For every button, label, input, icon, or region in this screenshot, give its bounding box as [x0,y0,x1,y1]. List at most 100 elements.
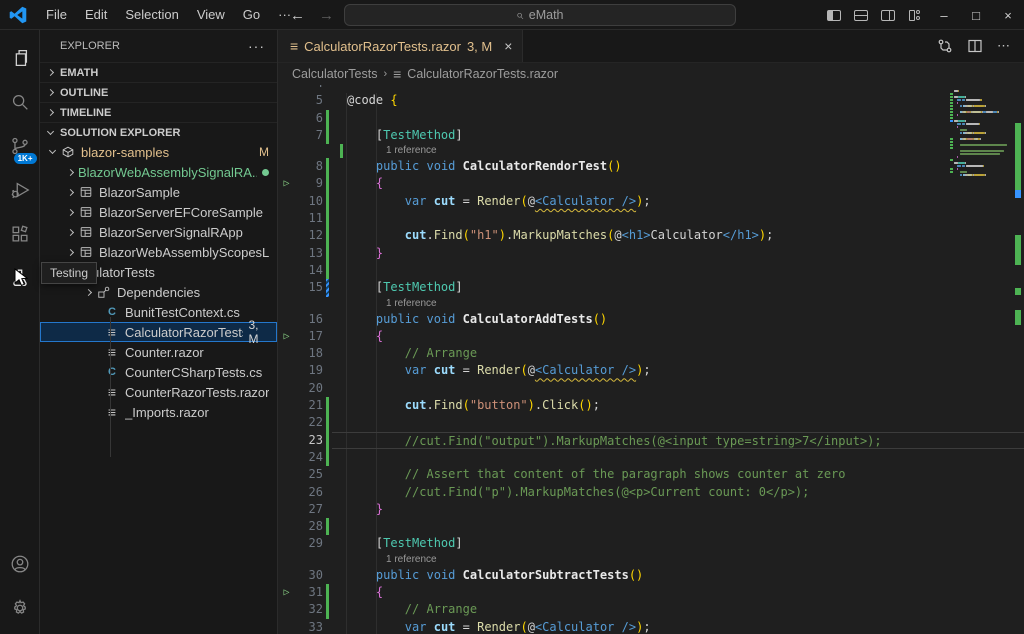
code-line[interactable]: 28 [278,518,1024,536]
tree-item-counter-razor[interactable]: ≡ Counter.razor [40,342,277,362]
code-line[interactable]: 14 [278,261,1024,280]
line-number: 30 [308,567,323,582]
code-line[interactable]: 10 var cut = Render(@<Calculator />); [278,192,1024,211]
tree-item-blazorserverefcoresample[interactable]: BlazorServerEFCoreSample [40,202,277,222]
section-emath[interactable]: EMATH [40,62,277,82]
toggle-secondary-sidebar-icon[interactable] [874,0,901,30]
tree-item-bunittestcontext-cs[interactable]: C BunitTestContext.cs [40,302,277,322]
split-editor-icon[interactable] [967,38,983,54]
glyph-margin [278,397,295,414]
menu-file[interactable]: File [37,4,76,25]
code-line[interactable]: 6 [278,109,1024,128]
glyph-margin [278,484,295,501]
source-control-icon[interactable]: 1K+ [0,124,40,168]
code-line[interactable]: 20 [278,380,1024,397]
tab-close-icon[interactable]: × [504,38,512,54]
code-line[interactable]: 11 [278,210,1024,228]
code-line[interactable]: 32 // Arrange [278,601,1024,619]
close-window-button[interactable]: × [992,0,1024,30]
code-line[interactable]: ▷ 9 { [278,175,1024,194]
gutter-added-indicator [323,518,332,536]
editor-more-actions-icon[interactable]: ⋯ [997,38,1010,54]
command-center-search[interactable]: ⌕ eMath [344,4,736,26]
explorer-icon[interactable] [0,36,40,80]
extensions-icon[interactable] [0,212,40,256]
code-line[interactable]: 16 public void CalculatorAddTests() [278,311,1024,328]
code-line[interactable]: 15 [TestMethod] [278,279,1024,297]
code-line[interactable]: 24 [278,448,1024,467]
code-line[interactable]: 22 [278,414,1024,432]
run-test-icon[interactable]: ▷ [278,175,295,192]
code-line[interactable]: 33 var cut = Render(@<Calculator />); [278,619,1024,634]
codelens-reference[interactable]: 1 reference [278,553,1024,567]
menu-view[interactable]: View [188,4,234,25]
code-line[interactable]: 27 } [278,501,1024,518]
gutter-added-indicator [323,227,332,245]
menu-edit[interactable]: Edit [76,4,116,25]
gutter-added-indicator [323,210,332,228]
tree-item-blazorwebassemblyscopeslo-[interactable]: BlazorWebAssemblyScopesLo... [40,242,277,262]
glyph-margin [278,518,295,535]
section-timeline[interactable]: TIMELINE [40,102,277,122]
minimap[interactable] [950,87,1012,177]
code-line[interactable]: 8 public void CalculatorRendorTest() [278,158,1024,176]
search-view-icon[interactable] [0,80,40,124]
code-line[interactable]: 18 // Arrange [278,345,1024,362]
customize-layout-icon[interactable] [901,0,928,30]
section-solution-explorer[interactable]: SOLUTION EXPLORER [40,122,277,142]
code-line[interactable]: 12 cut.Find("h1").MarkupMatches(@<h1>Cal… [278,227,1024,245]
toggle-panel-icon[interactable] [847,0,874,30]
code-line[interactable]: 19 var cut = Render(@<Calculator />); [278,362,1024,379]
tree-item-blazorwebassemblysignalra-[interactable]: BlazorWebAssemblySignalRA... [40,162,277,182]
razor-file-icon: ≡ [393,66,402,82]
tree-item-blazorsample[interactable]: BlazorSample [40,182,277,202]
chevron-right-icon [84,288,93,296]
code-line[interactable]: 21 cut.Find("button").Click(); [278,397,1024,415]
run-and-debug-icon[interactable] [0,168,40,212]
tree-item--imports-razor[interactable]: ≡ _Imports.razor [40,402,277,422]
codelens-reference[interactable]: 1 reference [278,144,1024,159]
code-line[interactable]: 4 [278,85,1024,92]
code-line[interactable]: 30 public void CalculatorSubtractTests() [278,567,1024,584]
run-test-icon[interactable]: ▷ [278,328,295,345]
tree-item-blazorserversignalrapp[interactable]: BlazorServerSignalRApp [40,222,277,242]
menu-go[interactable]: Go [234,4,269,25]
maximize-button[interactable]: □ [960,0,992,30]
code-line[interactable]: 25 // Assert that content of the paragra… [278,466,1024,483]
tree-item-label: BlazorSample [99,184,180,200]
tab-calculatorrazortests[interactable]: ≡ CalculatorRazorTests.razor 3, M × [278,30,524,62]
code-line[interactable]: 13 } [278,244,1024,263]
run-test-icon[interactable]: ▷ [278,584,295,601]
code-editor[interactable]: 45@code {67 [TestMethod]1 reference8 pub… [278,85,1024,634]
explorer-more-actions-icon[interactable]: ··· [248,38,265,54]
menu-bar: File Edit Selection View Go ··· [37,4,300,25]
breadcrumb-file[interactable]: CalculatorRazorTests.razor [407,67,558,81]
code-line[interactable]: 5 @code { [278,92,1024,109]
code-line[interactable]: 26 //cut.Find("p").MarkupMatches(@<p>Cur… [278,484,1024,501]
tree-item-dependencies[interactable]: Dependencies [40,282,277,302]
gutter-modified-indicator [323,279,332,297]
section-outline[interactable]: OUTLINE [40,82,277,102]
menu-selection[interactable]: Selection [116,4,187,25]
tree-item-blazor-samples[interactable]: blazor-samples M [40,142,277,162]
code-line[interactable]: ▷ 17 { [278,328,1024,345]
tree-item-label: Dependencies [117,284,201,300]
tree-item-calculatorrazortests-r-[interactable]: ≡CalculatorRazorTests.r...3, M [40,318,277,346]
code-line[interactable]: 29 [TestMethod] [278,535,1024,552]
tree-item-countercsharptests-cs[interactable]: C CounterCSharpTests.cs [40,362,277,382]
tree-item-counterrazortests-razor[interactable]: ≡ CounterRazorTests.razor [40,382,277,402]
account-icon[interactable] [0,542,40,586]
glyph-margin [278,567,295,584]
toggle-primary-sidebar-icon[interactable] [820,0,847,30]
codelens-reference[interactable]: 1 reference [278,297,1024,311]
open-changes-icon[interactable] [937,38,953,54]
settings-gear-icon[interactable] [0,586,40,630]
navigate-forward-icon[interactable]: → [319,7,334,24]
navigate-back-icon[interactable]: ← [290,7,305,24]
code-line[interactable]: 23 //cut.Find("output").MarkupMatches(@<… [278,431,1024,450]
line-number: 8 [315,159,323,174]
minimize-button[interactable]: – [928,0,960,30]
code-line[interactable]: ▷ 31 { [278,584,1024,602]
breadcrumb-folder[interactable]: CalculatorTests [292,67,377,81]
code-line[interactable]: 7 [TestMethod] [278,126,1024,145]
